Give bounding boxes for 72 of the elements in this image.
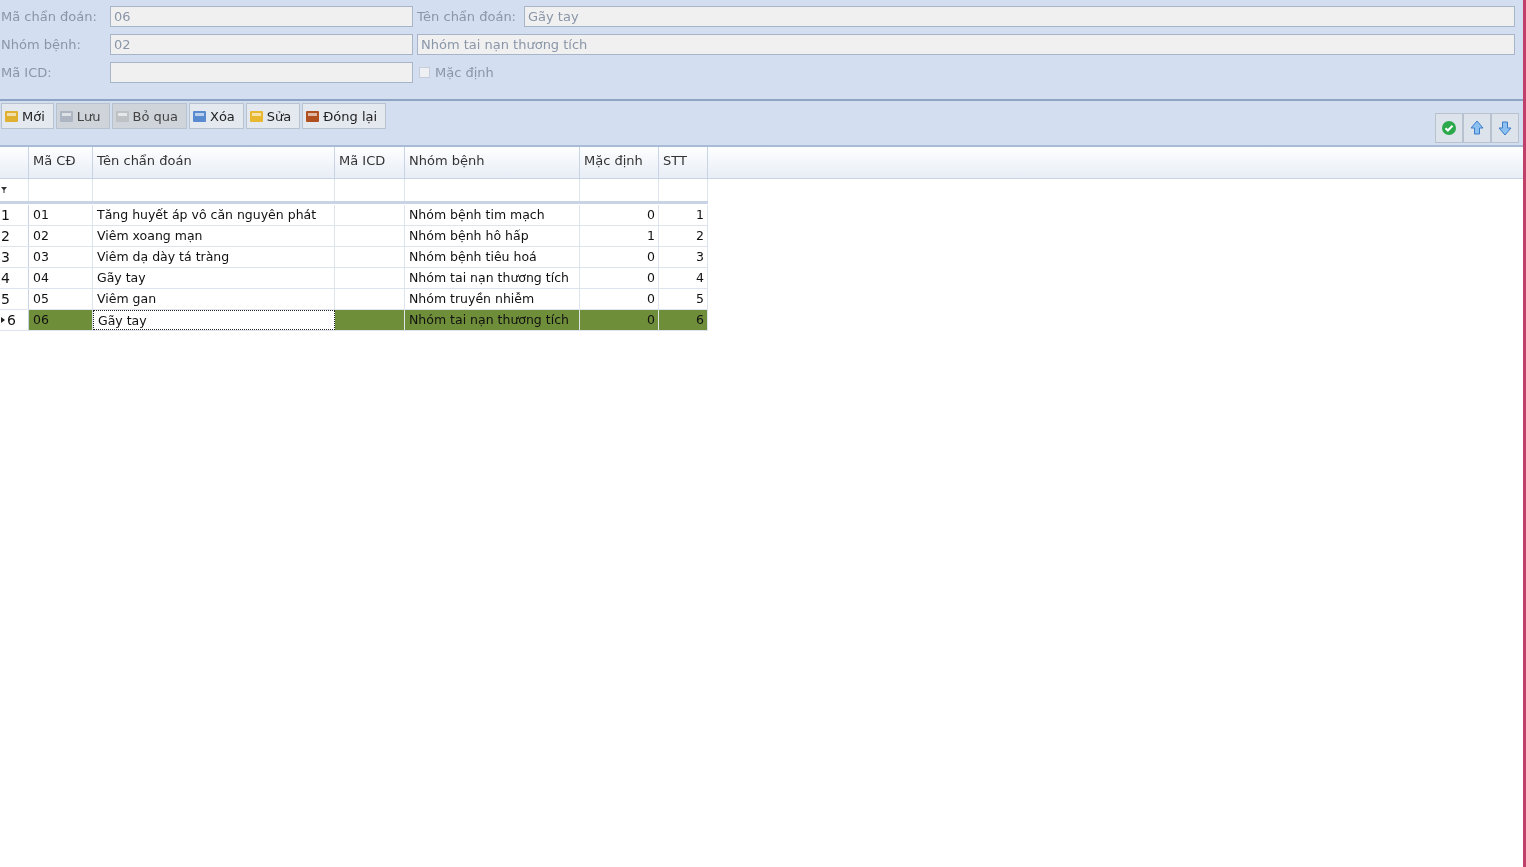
table-cell: 3 xyxy=(659,247,708,267)
field-label: Nhóm bệnh: xyxy=(0,37,82,52)
table-cell: 2 xyxy=(659,226,708,246)
table-cell: 1 xyxy=(659,205,708,225)
toolbar-button[interactable]: Đóng lại xyxy=(302,103,387,129)
filter-icon xyxy=(1,187,7,193)
toolbar-icon xyxy=(248,108,265,124)
toolbar-icon xyxy=(305,108,322,124)
table-cell: Viêm gan xyxy=(93,289,335,309)
column-header[interactable]: Nhóm bệnh xyxy=(405,147,580,178)
checkbox[interactable] xyxy=(419,67,430,78)
table-cell: 05 xyxy=(29,289,93,309)
table-cell: 1 xyxy=(580,226,659,246)
table-cell: 5 xyxy=(659,289,708,309)
table-cell: 04 xyxy=(29,268,93,288)
toolbar-icon xyxy=(192,108,208,124)
table-cell: Tăng huyết áp vô căn nguyên phát xyxy=(93,205,335,225)
row-number: 4 xyxy=(1,270,10,286)
row-number: 5 xyxy=(1,291,10,307)
table-cell: 02 xyxy=(29,226,93,246)
toolbar-icon xyxy=(4,108,20,124)
row-number: 1 xyxy=(1,207,10,223)
row-indicator[interactable]: 2 xyxy=(0,226,29,246)
field-label: Tên chẩn đoán: xyxy=(417,9,517,24)
table-cell: 0 xyxy=(580,310,659,330)
table-cell: 0 xyxy=(580,247,659,267)
column-header[interactable]: Mặc định xyxy=(580,147,659,178)
toolbar-button[interactable]: Mới xyxy=(1,103,54,129)
table-cell: Viêm dạ dày tá tràng xyxy=(93,247,335,267)
table-cell: 06 xyxy=(29,310,93,330)
table-cell: 4 xyxy=(659,268,708,288)
column-header[interactable]: Mã CĐ xyxy=(29,147,93,178)
column-header[interactable]: Mã ICD xyxy=(335,147,405,178)
table-cell: 0 xyxy=(580,289,659,309)
field-label: Mã ICD: xyxy=(0,65,53,80)
move-down-button[interactable] xyxy=(1491,113,1519,143)
row-indicator[interactable]: 1 xyxy=(0,205,29,225)
table-cell: Nhóm bệnh tiêu hoá xyxy=(405,247,580,267)
table-cell: Nhóm tai nạn thương tích xyxy=(405,268,580,288)
table-cell: Gãy tay xyxy=(93,268,335,288)
toolbar-icon xyxy=(114,108,131,124)
row-number: 6 xyxy=(7,312,16,328)
row-number: 2 xyxy=(1,228,10,244)
table-cell: 6 xyxy=(659,310,708,330)
current-row-icon xyxy=(1,317,5,323)
table-cell: Gãy tay xyxy=(93,310,335,330)
table-cell: 0 xyxy=(580,205,659,225)
table-cell: 01 xyxy=(29,205,93,225)
column-header[interactable]: Tên chẩn đoán xyxy=(93,147,335,178)
column-header[interactable]: STT xyxy=(659,147,708,178)
confirm-button[interactable] xyxy=(1435,113,1463,143)
toolbar-icon xyxy=(58,108,75,124)
toolbar-button[interactable]: Xóa xyxy=(189,103,244,129)
field-label: Mã chẩn đoán: xyxy=(0,9,98,24)
table-cell: Nhóm bệnh hô hấp xyxy=(405,226,580,246)
move-up-button[interactable] xyxy=(1463,113,1491,143)
check-icon xyxy=(1441,120,1457,136)
row-indicator[interactable]: 5 xyxy=(0,289,29,309)
row-number: 3 xyxy=(1,249,10,265)
arrow-up-icon xyxy=(1469,120,1485,136)
input-field[interactable] xyxy=(110,62,413,83)
row-indicator[interactable]: 4 xyxy=(0,268,29,288)
table-cell: Nhóm tai nạn thương tích xyxy=(405,310,580,330)
table-cell: Viêm xoang mạn xyxy=(93,226,335,246)
table-cell: 03 xyxy=(29,247,93,267)
row-indicator[interactable]: 3 xyxy=(0,247,29,267)
checkbox-label: Mặc định xyxy=(435,65,494,80)
arrow-down-icon xyxy=(1497,120,1513,136)
table-cell: 0 xyxy=(580,268,659,288)
table-cell: Nhóm bệnh tim mạch xyxy=(405,205,580,225)
table-cell: Nhóm truyền nhiễm xyxy=(405,289,580,309)
toolbar-button[interactable]: Sửa xyxy=(245,103,301,129)
